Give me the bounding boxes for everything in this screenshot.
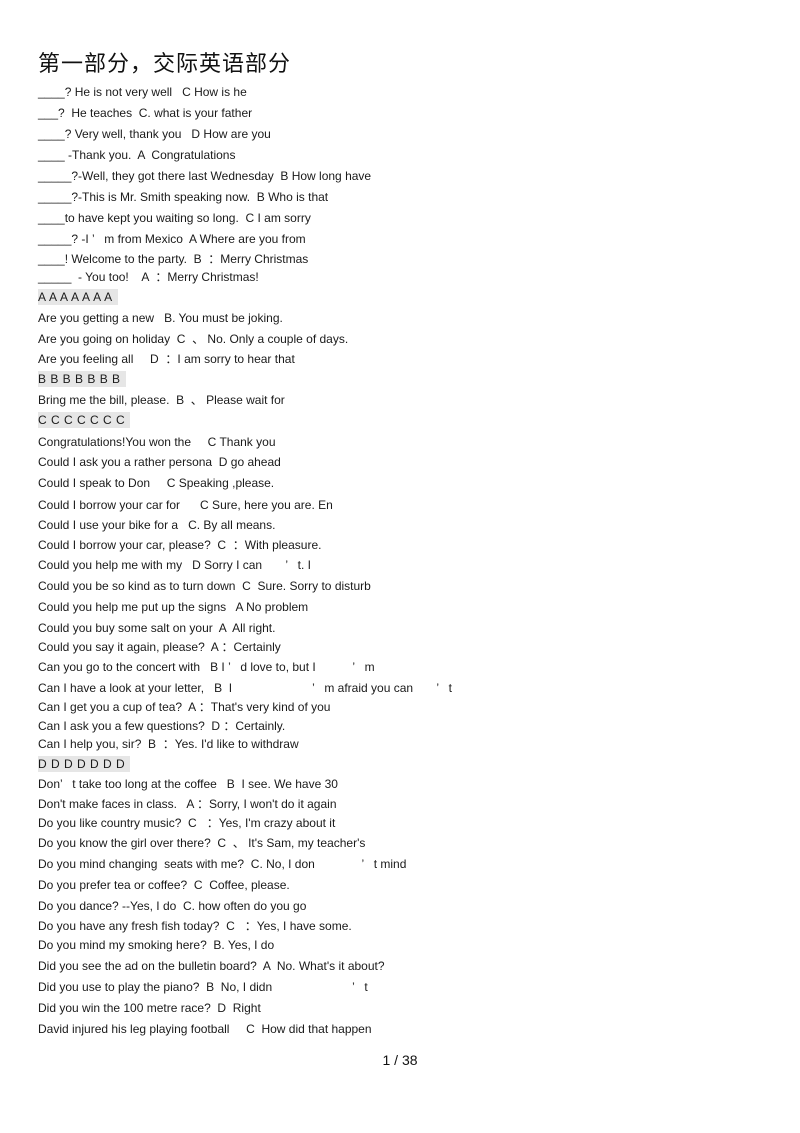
qa-line-text: Are you getting a new B. You must be jok… — [38, 311, 283, 325]
qa-line-text: Do you know the girl over there? C 、 It'… — [38, 836, 366, 850]
answer-group-header: A A A A A A A — [38, 289, 118, 305]
qa-line: Could I speak to Don C Speaking ,please. — [38, 475, 274, 491]
qa-line-text: ____? He is not very well C How is he — [38, 85, 247, 99]
qa-line: Did you use to play the piano? B No, I d… — [38, 979, 368, 995]
qa-line-text: Could you help me put up the signs A No … — [38, 600, 309, 614]
qa-line: Do you know the girl over there? C 、 It'… — [38, 835, 365, 851]
qa-line-text: Don’ t take too long at the coffee B I s… — [38, 777, 338, 791]
qa-line-text: Could I ask you a rather persona D go ah… — [38, 455, 281, 469]
qa-line: Can I have a look at your letter, B I ’ … — [38, 680, 452, 696]
qa-line: ___? He teaches C. what is your father — [38, 105, 252, 121]
qa-line: Did you see the ad on the bulletin board… — [38, 958, 385, 974]
qa-line: Could you buy some salt on your A All ri… — [38, 620, 275, 636]
answer-group-header: C C C C C C C — [38, 412, 131, 428]
qa-line: ____to have kept you waiting so long. C … — [38, 210, 311, 226]
qa-line-text: ____! Welcome to the party. B ：Merry Chr… — [38, 252, 309, 266]
qa-line: Can I help you, sir? B ：Yes. I'd like to… — [38, 736, 299, 752]
qa-line-text: Could you be so kind as to turn down C S… — [38, 579, 371, 593]
qa-line-text: _____ - You too! A ：Merry Christmas! — [38, 270, 259, 284]
qa-line: ____ -Thank you. A Congratulations — [38, 147, 235, 163]
qa-line: ____! Welcome to the party. B ：Merry Chr… — [38, 251, 308, 267]
qa-line: Do you prefer tea or coffee? C Coffee, p… — [38, 877, 290, 893]
qa-line-text: Did you win the 100 metre race? D Right — [38, 1001, 261, 1015]
qa-line: Could I use your bike for a C. By all me… — [38, 517, 275, 533]
qa-line: _____ - You too! A ：Merry Christmas! — [38, 269, 259, 285]
qa-line-text: Could you say it again, please? A ：Certa… — [38, 640, 281, 654]
qa-line-text: _____?-Well, they got there last Wednesd… — [38, 169, 372, 183]
qa-line: Could I ask you a rather persona D go ah… — [38, 454, 281, 470]
qa-line-text: Could you buy some salt on your A All ri… — [38, 621, 276, 635]
qa-line: ____? Very well, thank you D How are you — [38, 126, 271, 142]
qa-line: Could I borrow your car, please? C ：With… — [38, 537, 321, 553]
qa-line-text: Could I borrow your car for C Sure, here… — [38, 498, 333, 512]
qa-line-text: Bring me the bill, please. B 、 Please wa… — [38, 393, 285, 407]
qa-line-text: Did you use to play the piano? B No, I d… — [38, 980, 368, 994]
qa-line: Could you help me put up the signs A No … — [38, 599, 308, 615]
qa-line: Could you be so kind as to turn down C S… — [38, 578, 371, 594]
qa-line: Can I get you a cup of tea? A ：That's ve… — [38, 699, 330, 715]
page-number: 1 / 38 — [382, 1052, 418, 1068]
qa-line: ____? He is not very well C How is he — [38, 84, 247, 100]
qa-line: Are you feeling all D ：I am sorry to hea… — [38, 351, 295, 367]
qa-line-text: _____?-This is Mr. Smith speaking now. B… — [38, 190, 329, 204]
answer-group-letters: C C C C C C C — [38, 412, 131, 428]
qa-line-text: Are you going on holiday C 、 No. Only a … — [38, 332, 349, 346]
qa-line: _____?-This is Mr. Smith speaking now. B… — [38, 189, 328, 205]
qa-line-text: ____ -Thank you. A Congratulations — [38, 148, 236, 162]
qa-line: Don’ t take too long at the coffee B I s… — [38, 776, 338, 792]
answer-group-header: D D D D D D D — [38, 756, 131, 772]
qa-line: Do you have any fresh fish today? C ：Yes… — [38, 918, 352, 934]
qa-line-text: Could you help me with my D Sorry I can … — [38, 558, 311, 572]
qa-line-text: ___? He teaches C. what is your father — [38, 106, 253, 120]
qa-line-text: Do you mind my smoking here? B. Yes, I d… — [38, 938, 275, 952]
answer-group-letters: A A A A A A A — [38, 289, 118, 305]
qa-line-text: Do you dance? --Yes, I do C. how often d… — [38, 899, 307, 913]
qa-line-text: Don't make faces in class. A ：Sorry, I w… — [38, 797, 337, 811]
qa-line: Do you like country music? C ：Yes, I'm c… — [38, 815, 335, 831]
qa-line-text: David injured his leg playing football C… — [38, 1022, 372, 1036]
qa-line-text: Do you like country music? C ：Yes, I'm c… — [38, 816, 336, 830]
qa-line-text: Could I speak to Don C Speaking ,please. — [38, 476, 275, 490]
qa-line: Can I ask you a few questions? D ：Certai… — [38, 718, 285, 734]
qa-line-text: Can I have a look at your letter, B I ’ … — [38, 681, 452, 695]
qa-line-text: Did you see the ad on the bulletin board… — [38, 959, 385, 973]
qa-line: Could I borrow your car for C Sure, here… — [38, 497, 333, 513]
qa-line: Do you mind my smoking here? B. Yes, I d… — [38, 937, 274, 953]
qa-line: David injured his leg playing football C… — [38, 1021, 372, 1037]
qa-line-text: Can you go to the concert with B I ’ d l… — [38, 660, 375, 674]
qa-line: Can you go to the concert with B I ’ d l… — [38, 659, 375, 675]
qa-line-text: Can I ask you a few questions? D ：Certai… — [38, 719, 286, 733]
qa-line-text: Do you mind changing seats with me? C. N… — [38, 857, 407, 871]
qa-line-text: Do you prefer tea or coffee? C Coffee, p… — [38, 878, 290, 892]
qa-line: Could you help me with my D Sorry I can … — [38, 557, 311, 573]
page-title: 第一部分，交际英语部分 — [38, 52, 292, 77]
qa-line-text: Congratulations!You won the C Thank you — [38, 435, 276, 449]
qa-line-text: ____to have kept you waiting so long. C … — [38, 211, 311, 225]
qa-line: _____? -I ’ m from Mexico A Where are yo… — [38, 231, 306, 247]
qa-line: _____?-Well, they got there last Wednesd… — [38, 168, 371, 184]
qa-line-text: Could I use your bike for a C. By all me… — [38, 518, 276, 532]
qa-line-text: Do you have any fresh fish today? C ：Yes… — [38, 919, 352, 933]
answer-group-letters: D D D D D D D — [38, 756, 131, 772]
qa-line-text: Could I borrow your car, please? C ：With… — [38, 538, 322, 552]
qa-line: Do you dance? --Yes, I do C. how often d… — [38, 898, 306, 914]
qa-line-text: Can I get you a cup of tea? A ：That's ve… — [38, 700, 331, 714]
qa-line-text: ____? Very well, thank you D How are you — [38, 127, 271, 141]
qa-line-text: Can I help you, sir? B ：Yes. I'd like to… — [38, 737, 299, 751]
answer-group-letters: B B B B B B B — [38, 371, 126, 387]
qa-line: Are you going on holiday C 、 No. Only a … — [38, 331, 348, 347]
qa-line: Bring me the bill, please. B 、 Please wa… — [38, 392, 285, 408]
qa-line: Don't make faces in class. A ：Sorry, I w… — [38, 796, 337, 812]
qa-line: Are you getting a new B. You must be jok… — [38, 310, 283, 326]
qa-line-text: Are you feeling all D ：I am sorry to hea… — [38, 352, 295, 366]
qa-line: Did you win the 100 metre race? D Right — [38, 1000, 261, 1016]
qa-line: Could you say it again, please? A ：Certa… — [38, 639, 281, 655]
qa-line-text: _____? -I ’ m from Mexico A Where are yo… — [38, 232, 306, 246]
qa-line: Congratulations!You won the C Thank you — [38, 434, 276, 450]
qa-line: Do you mind changing seats with me? C. N… — [38, 856, 406, 872]
answer-group-header: B B B B B B B — [38, 371, 126, 387]
